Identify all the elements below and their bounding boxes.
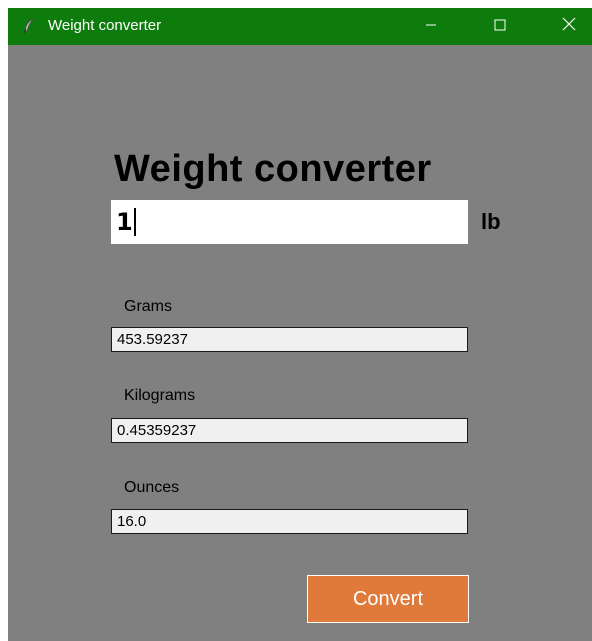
pounds-input[interactable]: 1: [111, 200, 468, 244]
window-title: Weight converter: [48, 17, 162, 34]
close-icon: [562, 17, 576, 36]
main-content: Weight converter 1 lb Grams 453.59237 Ki…: [8, 45, 592, 641]
convert-button[interactable]: Convert: [307, 575, 469, 623]
grams-field[interactable]: 453.59237: [111, 327, 468, 352]
ounces-label: Ounces: [124, 479, 180, 496]
unit-label: lb: [481, 209, 501, 234]
page-title: Weight converter: [114, 148, 432, 190]
kilograms-field[interactable]: 0.45359237: [111, 418, 468, 443]
maximize-icon: [494, 18, 506, 36]
minimize-button[interactable]: [408, 8, 454, 45]
close-button[interactable]: [546, 8, 592, 45]
pounds-input-value: 1: [116, 208, 133, 236]
maximize-button[interactable]: [477, 8, 523, 45]
minimize-icon: [425, 18, 437, 36]
app-window: Weight converter Weight converter 1 lb G…: [8, 8, 592, 641]
feather-icon: [20, 17, 38, 35]
ounces-field[interactable]: 16.0: [111, 509, 468, 534]
title-bar[interactable]: Weight converter: [8, 8, 592, 45]
grams-label: Grams: [124, 298, 172, 315]
kilograms-label: Kilograms: [124, 387, 196, 404]
text-caret: [133, 208, 136, 236]
